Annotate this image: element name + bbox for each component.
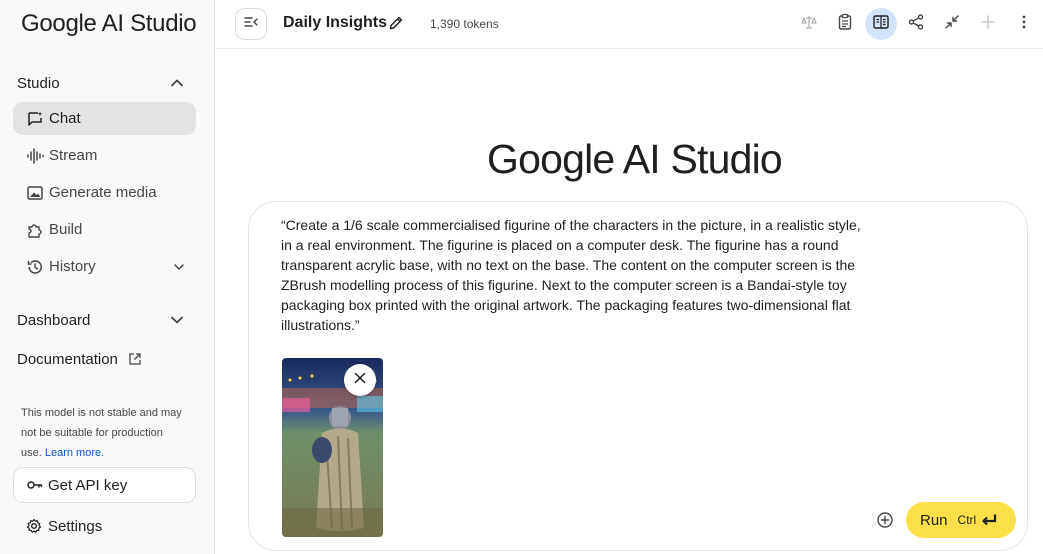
studio-section-label: Studio	[17, 74, 60, 92]
sidebar-item-build[interactable]: Build	[13, 213, 196, 246]
sidebar-toggle-icon	[243, 14, 259, 35]
prompt-title[interactable]: Daily Insights	[283, 14, 387, 32]
compress-icon	[943, 13, 961, 36]
book-icon	[872, 13, 890, 36]
edit-icon[interactable]	[388, 15, 404, 31]
app-root: Google AI Studio Studio Chat Stream Gene…	[0, 0, 1043, 554]
get-api-key-button[interactable]: Get API key	[13, 467, 196, 503]
toggle-sidebar-button[interactable]	[235, 8, 267, 40]
compare-button[interactable]	[793, 8, 825, 40]
external-link-icon	[128, 352, 142, 366]
sidebar-item-label: Build	[49, 221, 83, 238]
chat-icon	[25, 109, 45, 129]
sidebar-item-history[interactable]: History	[13, 250, 196, 283]
build-icon	[25, 220, 45, 240]
model-notice: This model is not stable and may not be …	[21, 403, 186, 463]
remove-image-button[interactable]	[344, 364, 376, 396]
dashboard-section-header[interactable]: Dashboard	[17, 308, 197, 332]
app-logo[interactable]: Google AI Studio	[21, 10, 197, 38]
share-button[interactable]	[900, 8, 932, 40]
sidebar: Google AI Studio Studio Chat Stream Gene…	[0, 0, 215, 554]
sidebar-item-label: Generate media	[49, 184, 157, 201]
close-icon	[353, 371, 367, 390]
token-count: 1,390 tokens	[430, 17, 499, 31]
history-icon	[25, 257, 45, 277]
run-label: Run	[920, 511, 948, 529]
compare-icon	[800, 13, 818, 36]
system-instructions-button[interactable]	[829, 8, 861, 40]
share-icon	[907, 13, 925, 36]
learn-more-link[interactable]: Learn more.	[45, 447, 104, 459]
more-vert-icon	[1015, 13, 1033, 36]
sidebar-item-label: Chat	[49, 110, 81, 127]
api-key-label: Get API key	[48, 476, 128, 494]
prompt-composer[interactable]: “Create a 1/6 scale commercialised figur…	[248, 201, 1028, 551]
view-toggle-button[interactable]	[865, 8, 897, 40]
prompt-input[interactable]: “Create a 1/6 scale commercialised figur…	[281, 215, 871, 335]
add-circle-icon	[875, 512, 895, 534]
studio-section-header[interactable]: Studio	[17, 71, 197, 95]
clipboard-icon	[836, 13, 854, 36]
stream-icon	[25, 146, 45, 166]
chevron-down-icon	[169, 312, 185, 328]
new-chat-button[interactable]	[972, 8, 1004, 40]
sidebar-item-label: History	[49, 258, 96, 275]
dashboard-section-label: Dashboard	[17, 311, 91, 329]
add-media-button[interactable]	[875, 510, 895, 530]
top-bar: Daily Insights 1,390 tokens	[215, 0, 1043, 49]
run-shortcut: Ctrl	[957, 513, 977, 527]
run-button[interactable]: Run Ctrl	[906, 502, 1016, 538]
documentation-label: Documentation	[17, 350, 118, 368]
chevron-up-icon	[169, 75, 185, 91]
gear-icon	[26, 518, 42, 534]
enter-key-icon	[980, 513, 998, 527]
settings-label: Settings	[48, 517, 103, 535]
sidebar-item-label: Stream	[49, 147, 98, 164]
media-icon	[25, 183, 45, 203]
main-logo: Google AI Studio	[487, 136, 783, 182]
sidebar-item-generate-media[interactable]: Generate media	[13, 176, 196, 209]
compress-button[interactable]	[936, 8, 968, 40]
documentation-link[interactable]: Documentation	[17, 348, 142, 370]
settings-button[interactable]: Settings	[26, 515, 102, 537]
sidebar-item-stream[interactable]: Stream	[13, 139, 196, 172]
more-options-button[interactable]	[1008, 8, 1040, 40]
add-icon	[979, 13, 997, 36]
key-icon	[26, 476, 44, 494]
sidebar-item-chat[interactable]: Chat	[13, 102, 196, 135]
chevron-down-icon	[172, 260, 186, 274]
